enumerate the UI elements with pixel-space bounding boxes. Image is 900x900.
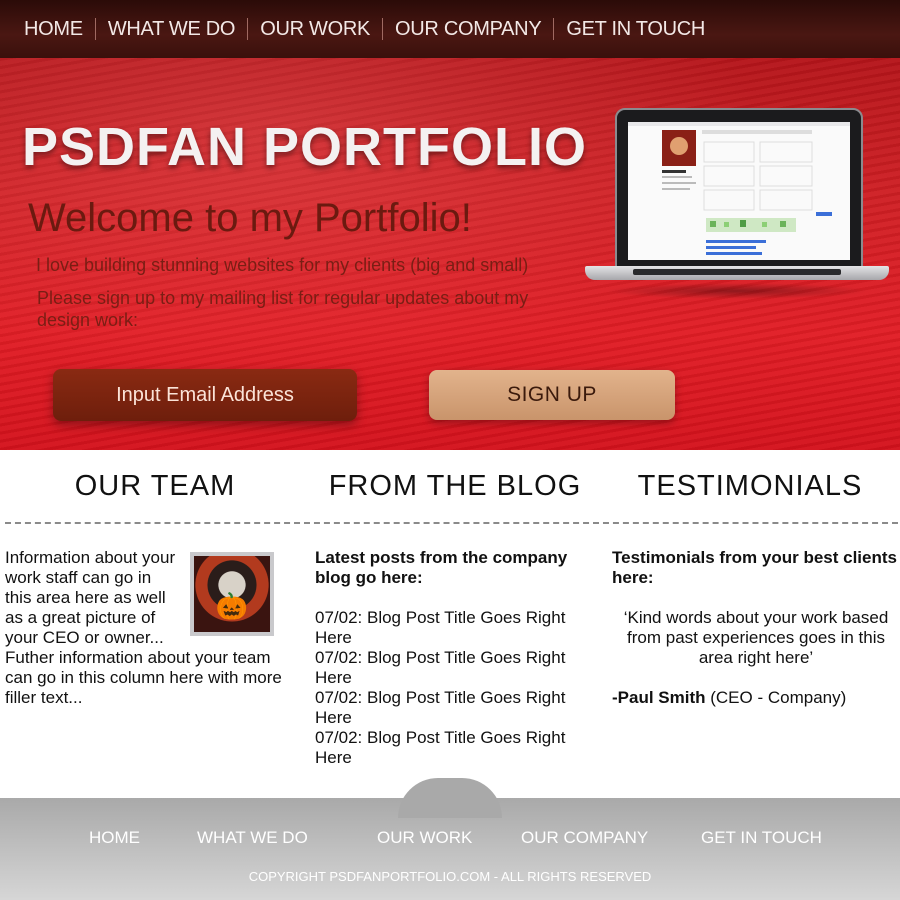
top-nav: HOME WHAT WE DO OUR WORK OUR COMPANY GET… (0, 0, 900, 58)
copyright-text: COPYRIGHT PSDFANPORTFOLIO.COM - ALL RIGH… (248, 869, 652, 884)
nav-get-in-touch[interactable]: GET IN TOUCH (554, 18, 717, 41)
hero-tagline: I love building stunning websites for my… (36, 255, 529, 275)
testimonials-column: Testimonials from your best clients here… (612, 548, 900, 708)
team-column: 🎃 Information about your work staff can … (5, 548, 290, 708)
blog-post-link[interactable]: 07/02: Blog Post Title Goes Right Here (315, 688, 585, 728)
testimonial-attribution: -Paul Smith (CEO - Company) (612, 688, 900, 708)
footer-link-our-work[interactable]: OUR WORK (377, 828, 472, 848)
laptop-keyboard (633, 269, 841, 275)
testimonials-intro: Testimonials from your best clients here… (612, 548, 897, 587)
nav-our-company[interactable]: OUR COMPANY (383, 18, 553, 41)
blog-intro: Latest posts from the company blog go he… (315, 548, 568, 587)
section-divider (5, 522, 898, 524)
testimonial-author: -Paul Smith (612, 688, 706, 707)
blog-post-link[interactable]: 07/02: Blog Post Title Goes Right Here (315, 648, 585, 688)
footer-link-get-in-touch[interactable]: GET IN TOUCH (701, 828, 822, 848)
blog-post-link[interactable]: 07/02: Blog Post Title Goes Right Here (315, 728, 585, 768)
our-team-heading: OUR TEAM (74, 470, 236, 502)
laptop-shadow (605, 283, 869, 299)
signup-button[interactable]: SIGN UP (429, 370, 675, 420)
footer: HOME WHAT WE DO OUR WORK OUR COMPANY GET… (0, 778, 900, 900)
email-input[interactable] (53, 369, 357, 421)
footer-link-home[interactable]: HOME (89, 828, 140, 848)
footer-bump (398, 778, 502, 818)
nav-our-work[interactable]: OUR WORK (248, 18, 382, 41)
laptop-lid (615, 108, 863, 270)
laptop-screen (628, 122, 850, 260)
testimonial-quote: ‘Kind words about your work based from p… (623, 608, 889, 667)
team-photo: 🎃 (190, 552, 274, 636)
blog-post-link[interactable]: 07/02: Blog Post Title Goes Right Here (315, 608, 585, 648)
blog-column: Latest posts from the company blog go he… (315, 548, 585, 768)
site-title: PSDFAN PORTFOLIO (22, 117, 588, 177)
pumpkin-icon: 🎃 (215, 591, 249, 621)
testimonials-heading: TESTIMONIALS (637, 470, 863, 502)
footer-link-our-company[interactable]: OUR COMPANY (521, 828, 648, 848)
nav-what-we-do[interactable]: WHAT WE DO (96, 18, 247, 41)
testimonial-author-role: (CEO - Company) (705, 688, 847, 707)
laptop-image (585, 108, 889, 303)
from-the-blog-heading: FROM THE BLOG (328, 470, 582, 502)
footer-link-what-we-do[interactable]: WHAT WE DO (197, 828, 308, 848)
welcome-heading: Welcome to my Portfolio! (28, 196, 472, 240)
nav-home[interactable]: HOME (12, 18, 95, 41)
hero-signup-prompt: Please sign up to my mailing list for re… (37, 288, 529, 330)
hero-banner: PSDFAN PORTFOLIO Welcome to my Portfolio… (0, 58, 900, 450)
